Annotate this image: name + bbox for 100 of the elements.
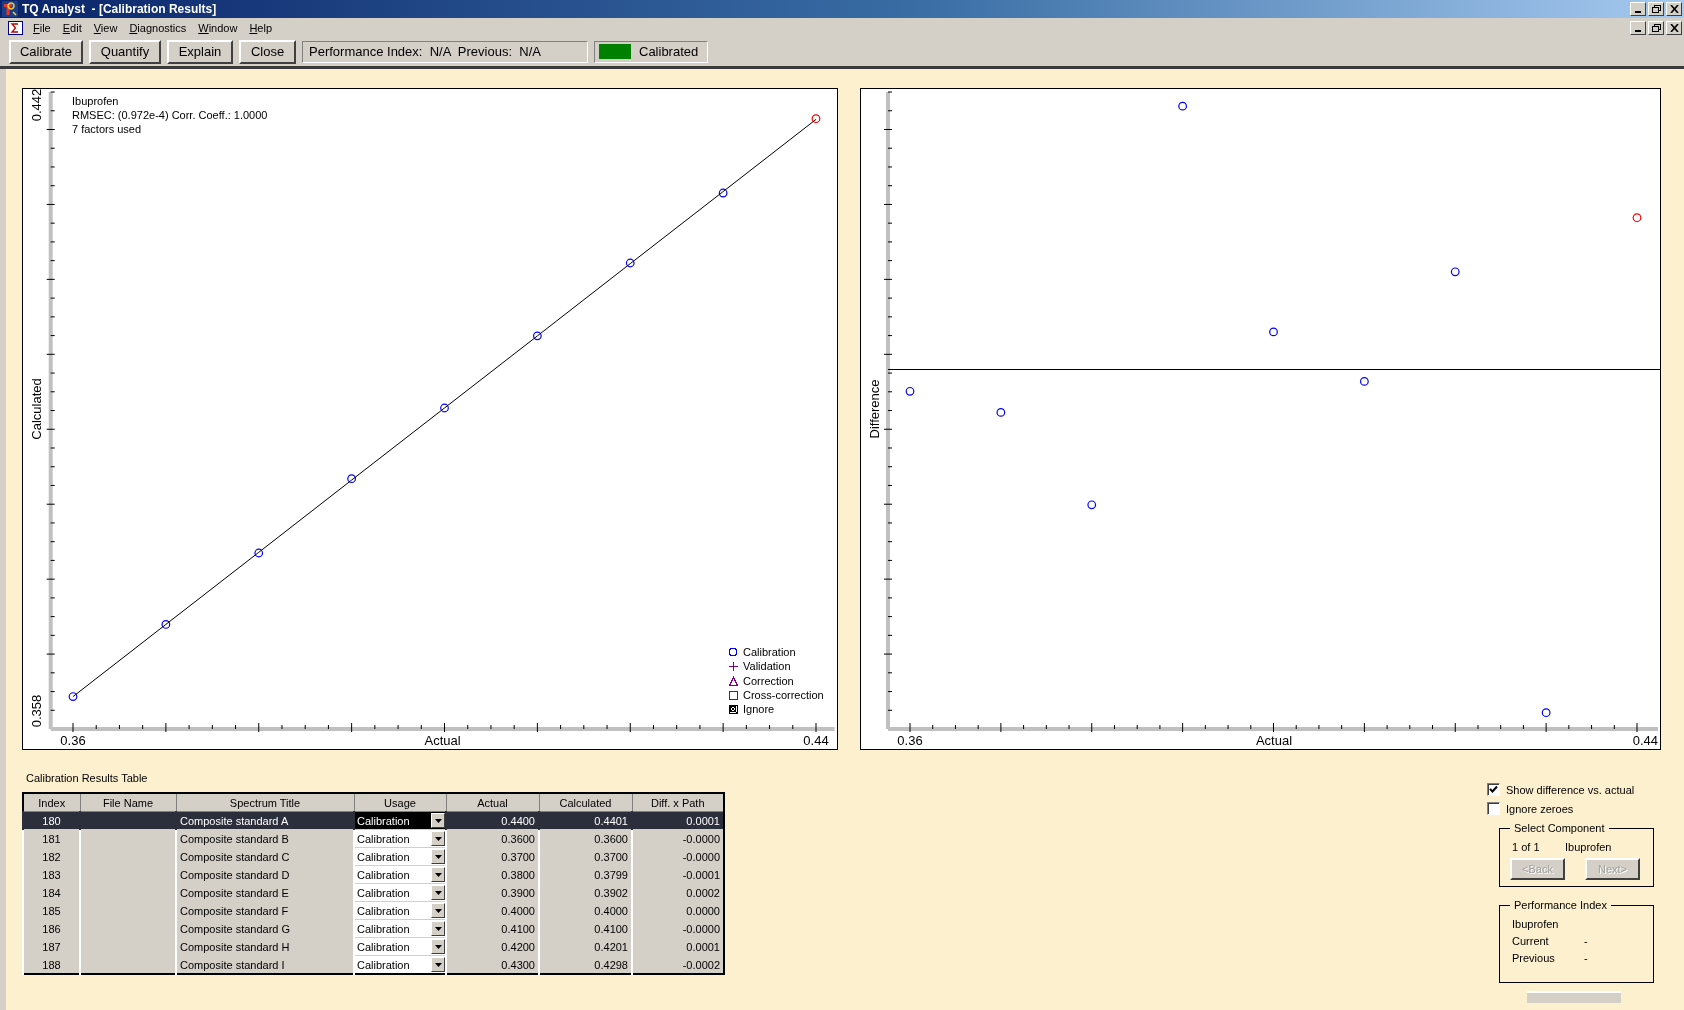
- menu-item[interactable]: View: [87, 21, 124, 34]
- tick-label: 0.36: [897, 733, 923, 748]
- table-cell: 0.3800: [446, 865, 539, 884]
- usage-dropdown[interactable]: Calibration: [355, 956, 445, 973]
- data-point: [1087, 500, 1097, 510]
- table-cell: 0.0001: [632, 937, 724, 956]
- status-label: Calibrated: [639, 44, 699, 59]
- menu-item[interactable]: Help: [243, 21, 279, 34]
- column-header[interactable]: Calculated: [539, 793, 632, 812]
- plot-info: 7 factors used: [72, 123, 142, 135]
- tick-label: 0.44: [1632, 733, 1658, 748]
- table-row[interactable]: 184 Composite standard E Calibration 0.3900 0.3902 0.0002: [23, 883, 724, 902]
- table-row[interactable]: 181 Composite standard B Calibration 0.3600 0.3600 -0.0000: [23, 829, 724, 848]
- document-icon[interactable]: [8, 20, 23, 35]
- field-value: -: [1584, 935, 1588, 947]
- table-cell: -0.0001: [632, 865, 724, 884]
- toolbar-button[interactable]: Close: [239, 39, 296, 64]
- table-row[interactable]: 185 Composite standard F Calibration 0.4000 0.4000 0.0000: [23, 901, 724, 920]
- column-header[interactable]: File Name: [80, 793, 176, 812]
- table-cell: 0.4200: [446, 937, 539, 956]
- table-cell: 0.3600: [539, 829, 632, 848]
- usage-dropdown[interactable]: Calibration: [355, 884, 445, 901]
- usage-dropdown[interactable]: Calibration: [355, 938, 445, 955]
- usage-dropdown[interactable]: Calibration: [355, 866, 445, 883]
- usage-dropdown[interactable]: Calibration: [355, 812, 445, 829]
- table-cell: -0.0000: [632, 847, 724, 866]
- toolbar-button[interactable]: Calibrate: [9, 39, 83, 64]
- field-label: Current: [1512, 935, 1550, 947]
- legend-label: Correction: [743, 674, 794, 687]
- table-cell: -0.0000: [632, 829, 724, 848]
- column-header[interactable]: Index: [23, 793, 80, 812]
- data-point: [347, 474, 357, 484]
- checkbox-label: Show difference vs. actual: [1506, 783, 1635, 796]
- close-button[interactable]: [1666, 2, 1682, 16]
- checkbox-label: Ignore zeroes: [1506, 802, 1574, 815]
- minimize-button[interactable]: [1630, 2, 1646, 16]
- window-title: TQ Analyst - [Calibration Results]: [22, 2, 217, 16]
- close-icon: [1669, 23, 1679, 32]
- usage-dropdown[interactable]: Calibration: [355, 920, 445, 937]
- table-cell: 0.3700: [446, 847, 539, 866]
- restore-button[interactable]: [1648, 2, 1664, 16]
- table-row[interactable]: 182 Composite standard C Calibration 0.3700 0.3700 -0.0000: [23, 847, 724, 866]
- minimize-button[interactable]: [1630, 20, 1646, 35]
- data-point: [1632, 213, 1642, 223]
- restore-button[interactable]: [1648, 20, 1664, 35]
- legend-label: Cross-correction: [743, 689, 824, 702]
- data-point: [68, 692, 78, 701]
- tick-label: 0.36: [60, 733, 86, 748]
- component-position: 1 of 1: [1512, 841, 1541, 853]
- legend-label: Ignore: [743, 703, 775, 716]
- minimize-icon: [1635, 11, 1641, 13]
- field-label: Previous: [1512, 952, 1556, 964]
- field-value: -: [1584, 952, 1588, 964]
- column-header[interactable]: Spectrum Title: [176, 793, 354, 812]
- legend-label: Validation: [743, 660, 791, 673]
- plot-info: Ibuprofen: [72, 95, 119, 107]
- data-point: [533, 331, 542, 341]
- data-point: [161, 620, 171, 629]
- table-row[interactable]: 186 Composite standard G Calibration 0.4100 0.4100 -0.0000: [23, 919, 724, 938]
- usage-dropdown[interactable]: Calibration: [355, 830, 445, 847]
- table-cell: 0.3902: [539, 883, 632, 902]
- table-cell: -0.0002: [632, 955, 724, 974]
- tick-label: 0.442: [29, 89, 44, 122]
- table-row[interactable]: 180 Composite standard A Calibration 0.4400 0.4401 0.0001: [23, 811, 724, 830]
- table-cell: -0.0000: [632, 919, 724, 938]
- axis-label: Difference: [867, 379, 882, 439]
- data-point: [996, 408, 1006, 417]
- checkbox[interactable]: [1487, 783, 1500, 796]
- table-cell: 0.4100: [446, 919, 539, 938]
- table-cell: 0.4300: [446, 955, 539, 974]
- column-header[interactable]: Usage: [354, 793, 446, 812]
- table-cell: 182: [23, 847, 80, 866]
- component-name: Ibuprofen: [1565, 841, 1612, 853]
- table-row[interactable]: 187 Composite standard H Calibration 0.4200 0.4201 0.0001: [23, 937, 724, 956]
- table-cell: 0.3600: [446, 829, 539, 848]
- groupbox-title: Performance Index: [1510, 899, 1611, 911]
- data-point: [1360, 376, 1369, 386]
- data-point: [440, 403, 449, 413]
- groupbox-title: Select Component: [1510, 822, 1609, 834]
- usage-dropdown[interactable]: Calibration: [355, 902, 445, 919]
- table-cell: Composite standard D: [176, 865, 354, 884]
- toolbar-button[interactable]: Explain: [167, 39, 233, 64]
- data-point: [254, 548, 264, 558]
- checkbox[interactable]: [1487, 802, 1500, 815]
- column-header[interactable]: Actual: [446, 793, 539, 812]
- table-cell: 185: [23, 901, 80, 920]
- usage-dropdown[interactable]: Calibration: [355, 848, 445, 865]
- menu-item[interactable]: Diagnostics: [123, 21, 193, 34]
- table-row[interactable]: 183 Composite standard D Calibration 0.3800 0.3799 -0.0001: [23, 865, 724, 884]
- close-button[interactable]: [1666, 20, 1682, 35]
- menu-item[interactable]: Edit: [56, 21, 88, 34]
- toolbar-button[interactable]: Quantify: [89, 39, 161, 64]
- table-row[interactable]: 188 Composite standard I Calibration 0.4300 0.4298 -0.0002: [23, 955, 724, 974]
- menu-item[interactable]: Window: [192, 21, 244, 34]
- performance-field: Performance Index: N/A Previous: N/A: [302, 40, 588, 63]
- table-cell: 188: [23, 955, 80, 974]
- table-cell: 186: [23, 919, 80, 938]
- table-cell: Composite standard F: [176, 901, 354, 920]
- menu-item[interactable]: File: [27, 21, 57, 34]
- table-cell: 0.3799: [539, 865, 632, 884]
